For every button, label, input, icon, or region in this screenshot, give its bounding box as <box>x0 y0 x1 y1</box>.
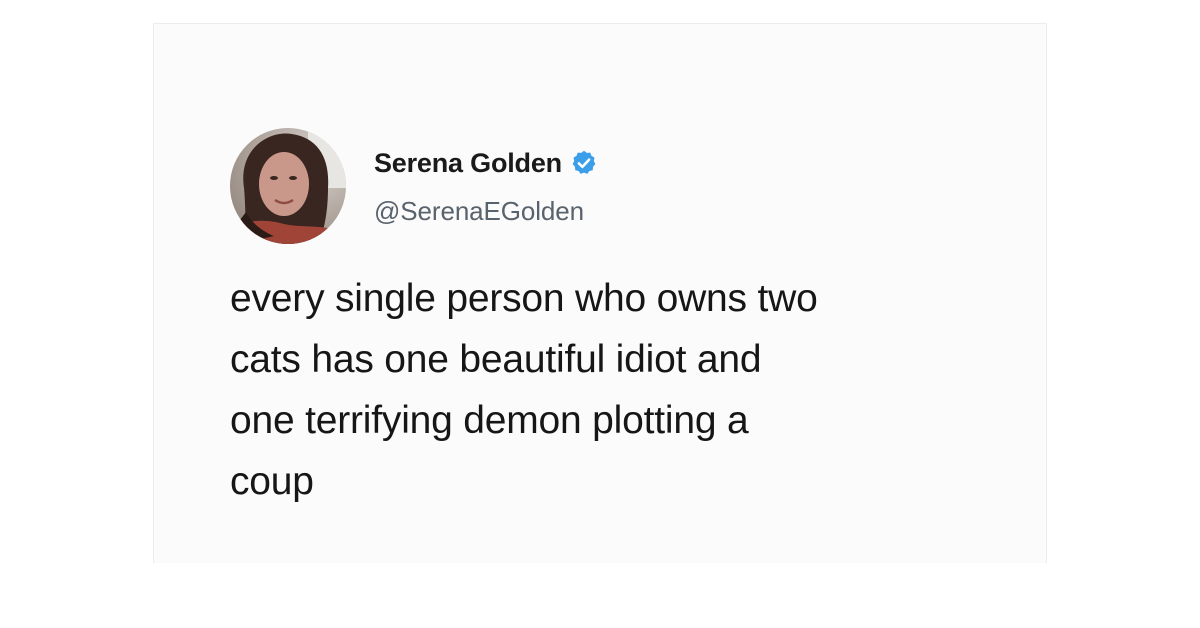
page: Serena Golden @SerenaEGolden every singl… <box>0 0 1200 628</box>
avatar-photo <box>230 128 346 244</box>
avatar[interactable] <box>230 128 346 244</box>
author-row: Serena Golden <box>374 146 598 180</box>
author-handle[interactable]: @SerenaEGolden <box>374 196 584 227</box>
verified-badge-icon <box>570 149 598 177</box>
tweet-text-line: coup <box>230 460 314 503</box>
author-name[interactable]: Serena Golden <box>374 148 562 179</box>
tweet-text-line: one terrifying demon plotting a <box>230 399 749 442</box>
tweet-text-line: cats has one beautiful idiot and <box>230 338 762 381</box>
tweet-text: every single person who owns two cats ha… <box>230 268 1010 512</box>
tweet-text-line: every single person who owns two <box>230 277 818 320</box>
tweet-card: Serena Golden @SerenaEGolden every singl… <box>153 23 1047 563</box>
